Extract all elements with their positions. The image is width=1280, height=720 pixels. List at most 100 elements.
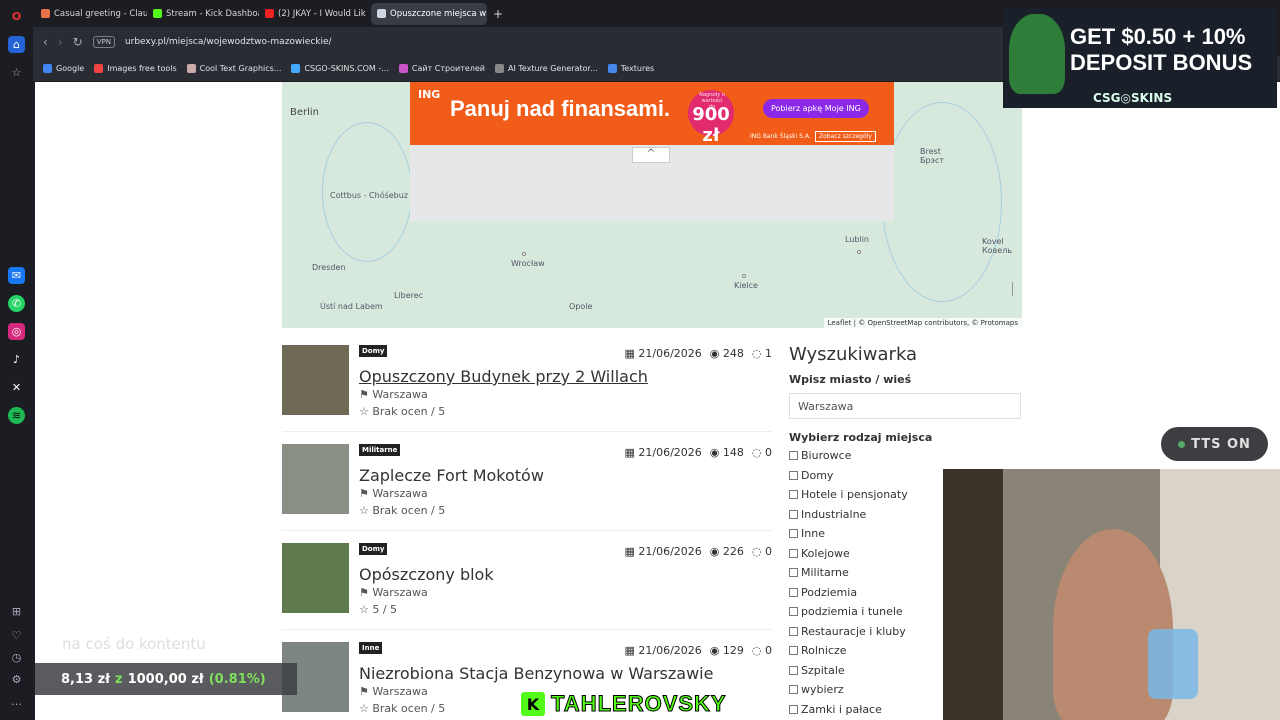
date-calendar-icon: ▦ 21/06/2026	[624, 644, 702, 657]
heart-icon[interactable]: ♡	[8, 627, 25, 644]
listing-city: ⚑ Warszawa	[359, 685, 428, 698]
map-city-label: Cottbus - Chóśebuz	[330, 191, 409, 200]
new-tab-button[interactable]: +	[487, 3, 509, 25]
instagram-icon[interactable]: ◎	[8, 323, 25, 340]
map-city-dot	[522, 252, 526, 256]
checkbox-label: Szpitale	[801, 663, 845, 677]
checkbox-icon[interactable]	[789, 685, 798, 695]
checkbox-label: Kolejowe	[801, 546, 850, 560]
claude-favicon-icon	[41, 9, 50, 18]
checkbox-icon[interactable]	[789, 665, 798, 675]
opera-logo-icon[interactable]: O	[8, 8, 25, 25]
listing-comments: 0	[765, 545, 772, 558]
bookmark-label: Сайт Строителей	[411, 64, 485, 73]
forward-icon[interactable]: ›	[58, 35, 63, 49]
bookmark-builders-site[interactable]: Сайт Строителей	[398, 64, 485, 73]
bookmark-ai-texture[interactable]: AI Texture Generator...	[494, 64, 598, 73]
listing-city: ⚑ Warszawa	[359, 586, 428, 599]
spotify-icon[interactable]: ≋	[8, 407, 25, 424]
ing-advert[interactable]: ING Panuj nad finansami. 900 zł Nagrody …	[410, 82, 894, 146]
listing-title[interactable]: Niezrobiona Stacja Benzynowa w Warszawie	[359, 664, 713, 683]
listing-views: 148	[722, 446, 744, 459]
status-dot-icon	[1178, 440, 1186, 448]
checkbox-icon[interactable]	[789, 607, 798, 617]
listing-meta: ▦ 21/06/2026 ◉ 226 ◌ 0	[624, 545, 772, 558]
listing-thumbnail[interactable]	[282, 543, 349, 613]
cool-text-icon	[186, 64, 196, 73]
whatsapp-icon[interactable]: ✆	[8, 295, 25, 312]
views-eye-icon: ◉ 226	[709, 545, 744, 558]
textures-icon	[607, 64, 617, 73]
bookmark-csgo-skins[interactable]: CSGO-SKINS.COM -...	[291, 64, 389, 73]
map-city-label: Ústí nad Labem	[320, 302, 383, 311]
bookmark-images-free-tools[interactable]: Images free tools	[94, 64, 177, 73]
collapse-ad-chevron-icon[interactable]: ^	[632, 147, 670, 163]
checkbox-icon[interactable]	[789, 470, 798, 480]
listing-thumbnail[interactable]	[282, 345, 349, 415]
listing-date: 21/06/2026	[638, 347, 702, 360]
checkbox-label: Domy	[801, 468, 834, 482]
listing-title[interactable]: Opószczony blok	[359, 565, 494, 584]
listing-card[interactable]: Domy ▦ 21/06/2026 ◉ 226 ◌ 0 Opószczony b…	[282, 543, 772, 633]
ad-details-button[interactable]: Zobacz szczegóły	[815, 131, 876, 142]
x-icon[interactable]: ✕	[8, 379, 25, 396]
tiktok-icon[interactable]: ♪	[8, 351, 25, 368]
tts-label: TTS ON	[1191, 436, 1251, 452]
kick-favicon-icon	[153, 9, 162, 18]
settings-gear-icon[interactable]: ⚙	[8, 671, 25, 688]
checkbox-icon[interactable]	[789, 451, 798, 461]
back-icon[interactable]: ‹	[43, 35, 48, 49]
listing-views: 226	[722, 545, 744, 558]
more-icon[interactable]: …	[8, 693, 25, 710]
checkbox-icon[interactable]	[789, 646, 798, 656]
bookmark-label: Images free tools	[107, 64, 177, 73]
checkbox-icon[interactable]	[789, 587, 798, 597]
listing-title[interactable]: Opuszczony Budynek przy 2 Willach	[359, 367, 648, 386]
map-city-label: Brest Брэст	[920, 147, 945, 165]
date-calendar-icon: ▦ 21/06/2026	[624, 545, 702, 558]
listing-city: ⚑ Warszawa	[359, 388, 428, 401]
bookmark-star-icon[interactable]: ☆	[8, 64, 25, 81]
tab-kick[interactable]: Stream - Kick Dashboard	[147, 3, 259, 25]
type-checkbox[interactable]: Biurowce	[789, 446, 1022, 466]
checkbox-icon[interactable]	[789, 529, 798, 539]
checkbox-icon[interactable]	[789, 704, 798, 714]
tab-youtube[interactable]: (2) JKAY - I Would Lik	[259, 3, 371, 25]
ad-cta-button[interactable]: Pobierz apkę Moje ING	[763, 99, 869, 118]
url-field[interactable]: urbexy.pl/miejsca/wojewodztwo-mazowiecki…	[125, 37, 332, 47]
checkbox-icon[interactable]	[789, 548, 798, 558]
caption-text: na coś do kontentu	[62, 635, 206, 653]
reload-icon[interactable]: ↻	[73, 35, 83, 49]
comments-icon: ◌ 0	[751, 545, 772, 558]
promo-brand: CSG◎SKINS	[1093, 91, 1173, 105]
tab-urbexy[interactable]: Opuszczone miejsca w wo	[371, 2, 487, 25]
extensions-icon[interactable]: ⊞	[8, 603, 25, 620]
listing-card[interactable]: Militarne ▦ 21/06/2026 ◉ 148 ◌ 0 Zaplecz…	[282, 444, 772, 534]
bookmark-cool-text[interactable]: Cool Text Graphics...	[186, 64, 281, 73]
home-icon[interactable]: ⌂	[8, 36, 25, 53]
map-attribution[interactable]: Leaflet | © OpenStreetMap contributors, …	[823, 318, 1022, 328]
listing-title[interactable]: Zaplecze Fort Mokotów	[359, 466, 544, 485]
checkbox-icon[interactable]	[789, 490, 798, 500]
comments-icon: ◌ 1	[751, 347, 772, 360]
bookmark-label: Textures	[620, 64, 655, 73]
vpn-badge[interactable]: VPN	[92, 35, 115, 48]
map[interactable]: Berlin Cottbus - Chóśebuz Dresden Wrocła…	[282, 82, 1022, 328]
checkbox-icon[interactable]	[789, 626, 798, 636]
checkbox-icon[interactable]	[789, 509, 798, 519]
tab-claude[interactable]: Casual greeting - Claude	[35, 3, 147, 25]
city-search-input[interactable]	[789, 393, 1021, 419]
messenger-icon[interactable]: ✉	[8, 267, 25, 284]
checkbox-icon[interactable]	[789, 568, 798, 578]
bookmark-textures[interactable]: Textures	[607, 64, 655, 73]
donation-goal-bar: 8,13 zł z 1000,00 zł (0.81%)	[35, 663, 297, 695]
webcam-background	[943, 469, 1003, 720]
listing-card[interactable]: Domy ▦ 21/06/2026 ◉ 248 ◌ 1 Opuszczony B…	[282, 345, 772, 435]
checkbox-label: Biurowce	[801, 449, 852, 463]
listing-rating: ☆ Brak ocen / 5	[359, 405, 446, 418]
map-zoom-control[interactable]	[1012, 282, 1018, 296]
listing-thumbnail[interactable]	[282, 444, 349, 514]
bookmark-google[interactable]: Google	[43, 64, 84, 73]
checkbox-label: Rolnicze	[801, 644, 847, 658]
history-clock-icon[interactable]: ◷	[8, 649, 25, 666]
